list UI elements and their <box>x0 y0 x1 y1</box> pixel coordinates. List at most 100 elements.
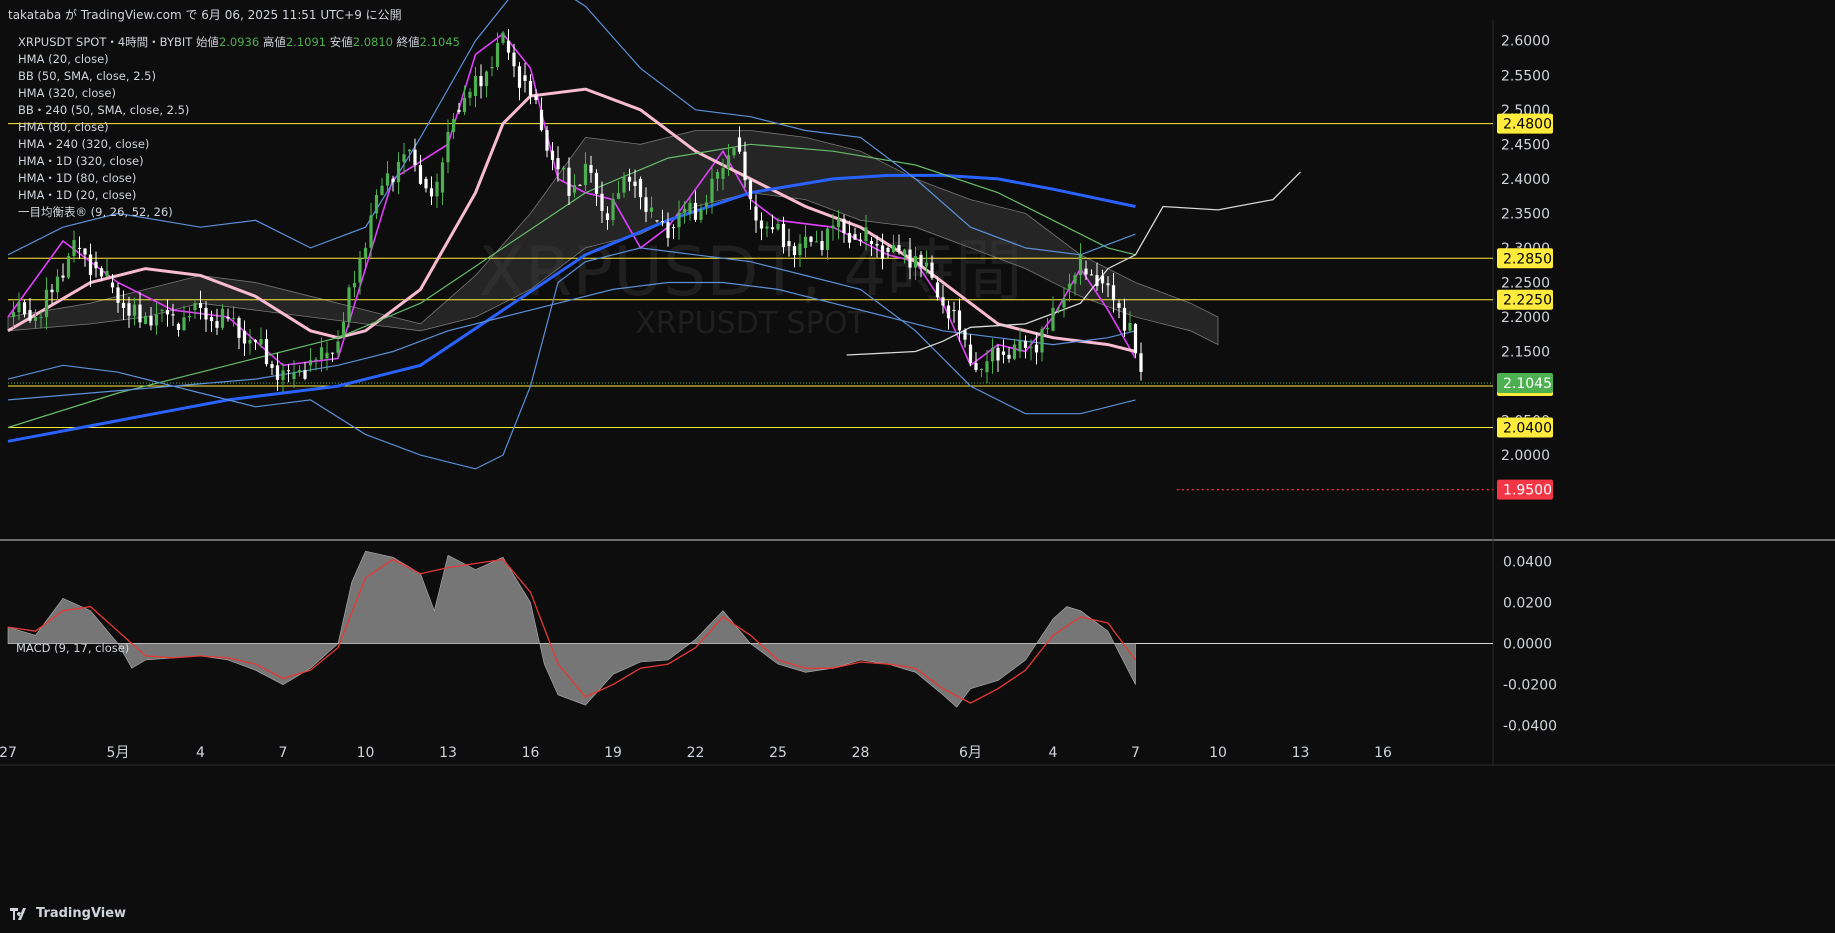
candle-body <box>28 310 32 321</box>
candle-body <box>847 233 852 243</box>
candle-body <box>913 256 918 268</box>
candle-body <box>633 181 637 187</box>
indicator-hma-20[interactable]: HMA (20, close) <box>18 51 460 68</box>
candle-body <box>176 323 181 331</box>
candle-body <box>963 330 967 340</box>
symbol-line[interactable]: XRPUSDT SPOT・4時間・BYBIT <box>18 35 192 49</box>
time-tick-9: 25 <box>769 745 787 761</box>
tradingview-logo-icon <box>10 907 30 920</box>
candle-body <box>99 268 104 277</box>
candle-body <box>517 66 522 88</box>
indicator-bb-50[interactable]: BB (50, SMA, close, 2.5) <box>18 68 460 85</box>
candle-body <box>281 370 285 380</box>
indicator-ichimoku[interactable]: 一目均衡表® (9, 26, 52, 26) <box>18 204 460 221</box>
indicator-hma-1d-80[interactable]: HMA・1D (80, close) <box>18 170 460 187</box>
high-value: 2.1091 <box>285 35 327 49</box>
candle-body <box>325 352 329 359</box>
candle-body <box>594 172 599 194</box>
low-value: 2.0810 <box>352 35 393 49</box>
candle-body <box>297 370 302 373</box>
candle-body <box>154 314 159 326</box>
candle-body <box>270 364 274 368</box>
macd-tick-0: 0.0400 <box>1503 554 1552 570</box>
candle-body <box>275 365 280 380</box>
candle-body <box>990 347 995 362</box>
candle-body <box>165 309 170 315</box>
time-tick-4: 10 <box>357 745 375 761</box>
candle-body <box>1078 255 1083 276</box>
time-tick-10: 28 <box>852 745 870 761</box>
candle-body <box>143 315 148 324</box>
candle-body <box>787 241 791 247</box>
candle-body <box>512 52 516 67</box>
macd-label[interactable]: MACD (9, 17, close) <box>16 641 129 655</box>
candle-body <box>501 32 505 43</box>
candle-body <box>770 227 775 230</box>
candle-body <box>1056 307 1061 309</box>
candle-body <box>1133 323 1138 354</box>
candle-body <box>710 178 714 203</box>
candle-body <box>616 193 621 199</box>
candle-body <box>748 180 753 199</box>
candle-body <box>264 338 269 365</box>
candle-body <box>1034 344 1039 353</box>
brand-name: TradingView <box>36 906 127 921</box>
level-badge-0: 2.4800 <box>1503 117 1552 133</box>
candle-body <box>319 347 324 360</box>
indicator-hma-80[interactable]: HMA (80, close) <box>18 119 460 136</box>
time-tick-5: 13 <box>439 745 457 761</box>
candle-body <box>902 249 907 255</box>
candle-body <box>803 236 808 248</box>
candle-body <box>193 303 197 311</box>
candle-body <box>600 193 604 211</box>
price-tick-8: 2.2000 <box>1501 310 1550 326</box>
candle-body <box>1106 283 1110 286</box>
time-tick-0: 27 <box>0 745 17 761</box>
candle-body <box>814 241 819 243</box>
candle-body <box>622 176 626 193</box>
candle-body <box>886 247 890 253</box>
indicator-hma-320[interactable]: HMA (320, close) <box>18 85 460 102</box>
low-label: 安値 <box>329 35 353 49</box>
candle-body <box>737 137 742 152</box>
time-tick-14: 10 <box>1209 745 1227 761</box>
candle-body <box>479 76 483 87</box>
candle-body <box>589 165 593 173</box>
candle-body <box>259 338 263 345</box>
candle-body <box>792 246 797 256</box>
candle-body <box>1007 354 1011 359</box>
high-label: 高値 <box>262 35 286 49</box>
candle-body <box>468 91 472 98</box>
candle-body <box>556 158 560 170</box>
macd-histogram <box>7 550 1136 708</box>
candle-body <box>44 289 49 317</box>
candle-body <box>1122 307 1127 331</box>
price-tick-11: 2.0000 <box>1501 448 1550 464</box>
price-tick-4: 2.4000 <box>1501 172 1550 188</box>
candle-body <box>798 243 802 256</box>
close-label: 終値 <box>396 35 420 49</box>
open-value: 2.0936 <box>218 35 260 49</box>
candle-body <box>506 40 511 53</box>
candle-body <box>754 206 758 221</box>
candle-body <box>743 151 747 181</box>
candle-body <box>55 276 60 293</box>
macd-tick-3: -0.0200 <box>1503 678 1557 694</box>
candle-body <box>1073 275 1077 284</box>
candle-body <box>781 223 786 248</box>
candle-body <box>94 261 98 269</box>
candle-body <box>138 304 142 323</box>
candle-body <box>941 297 945 306</box>
candle-body <box>831 225 835 229</box>
indicator-hma-1d-320[interactable]: HMA・1D (320, close) <box>18 153 460 170</box>
candle-body <box>715 172 720 179</box>
indicator-hma-1d-20[interactable]: HMA・1D (20, close) <box>18 187 460 204</box>
candle-body <box>347 287 351 322</box>
candle-body <box>968 344 973 364</box>
indicator-legend: XRPUSDT SPOT・4時間・BYBIT 始値2.0936 高値2.1091… <box>18 34 460 221</box>
price-tick-1: 2.5500 <box>1501 68 1550 84</box>
candle-body <box>935 282 940 298</box>
candle-body <box>644 197 648 212</box>
indicator-hma-240-320[interactable]: HMA・240 (320, close) <box>18 136 460 153</box>
indicator-bb-240[interactable]: BB・240 (50, SMA, close, 2.5) <box>18 102 460 119</box>
